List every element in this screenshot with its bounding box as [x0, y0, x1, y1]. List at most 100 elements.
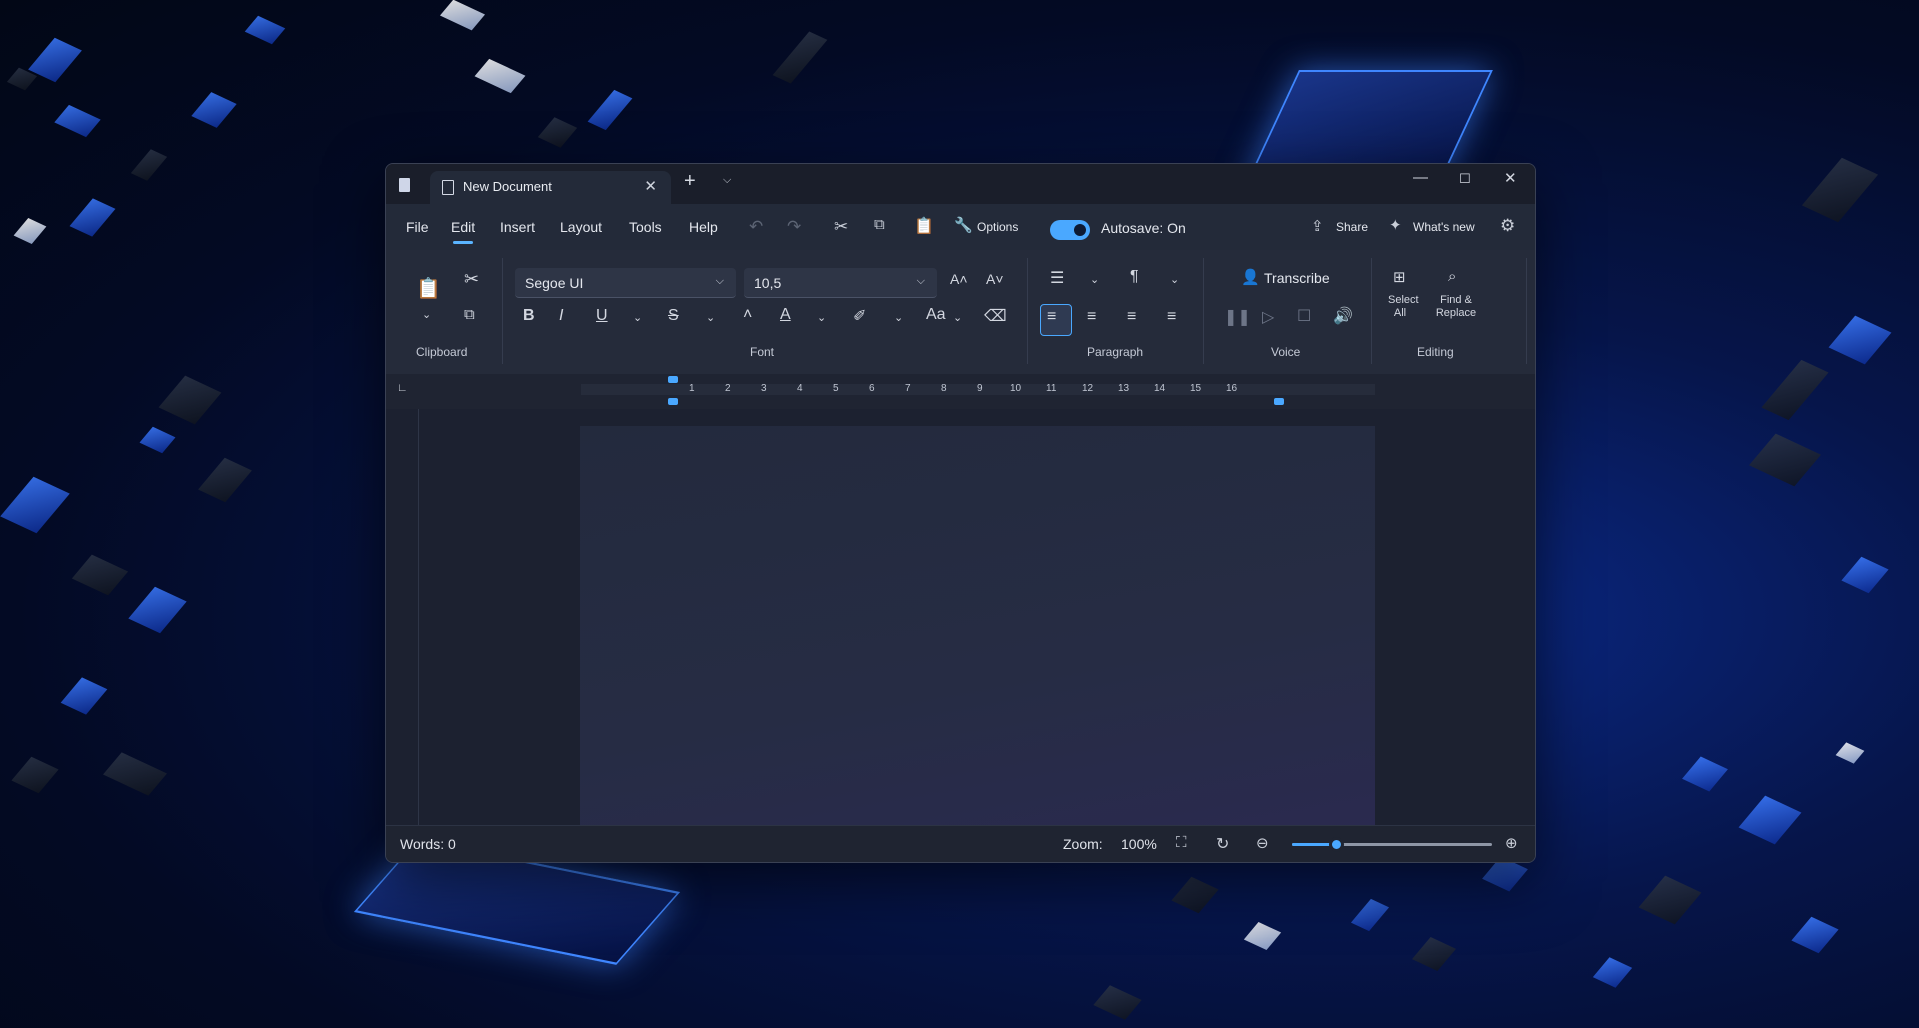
bold-icon[interactable]: B: [523, 307, 535, 325]
strikethrough-icon[interactable]: S: [668, 307, 679, 325]
paragraph-chevron-icon[interactable]: ⌄: [1170, 273, 1179, 286]
left-indent-marker[interactable]: [668, 398, 678, 405]
text-effects-icon[interactable]: Aa: [926, 306, 946, 324]
ruler-number: 16: [1226, 383, 1238, 394]
bullet-list-icon[interactable]: ☰: [1050, 268, 1064, 288]
right-indent-marker[interactable]: [1274, 398, 1284, 405]
select-all-line2[interactable]: All: [1388, 307, 1412, 319]
tab-title: New Document: [463, 179, 552, 194]
divider: [502, 258, 503, 364]
font-family-value: Segoe UI: [525, 275, 584, 291]
chevron-down-icon[interactable]: ⌄: [706, 311, 715, 324]
redo-icon[interactable]: ↷: [787, 217, 801, 237]
clipboard-group-label: Clipboard: [416, 345, 468, 359]
ruler-number: 8: [941, 383, 947, 394]
new-tab-icon[interactable]: +: [684, 170, 696, 193]
font-size-value: 10,5: [754, 275, 782, 291]
font-color-chevron-icon[interactable]: ⌄: [817, 311, 826, 324]
share-button[interactable]: Share: [1336, 220, 1368, 234]
ribbon-cut-icon[interactable]: ✂: [464, 269, 479, 290]
ruler-number: 10: [1010, 383, 1022, 394]
zoom-out-icon[interactable]: ⊖: [1256, 834, 1269, 852]
play-icon[interactable]: ▷: [1262, 307, 1274, 327]
zoom-in-icon[interactable]: ⊕: [1505, 834, 1518, 852]
find-replace-line1[interactable]: Find &: [1433, 294, 1479, 306]
minimize-icon[interactable]: —: [1413, 169, 1428, 186]
divider: [1027, 258, 1028, 364]
whats-new-icon: ✦: [1389, 217, 1402, 234]
chevron-up-icon[interactable]: ˄: [743, 306, 752, 324]
menu-layout[interactable]: Layout: [560, 219, 602, 235]
settings-gear-icon[interactable]: ⚙: [1500, 216, 1515, 236]
ruler-number: 4: [797, 383, 803, 394]
highlighter-chevron-icon[interactable]: ⌄: [894, 311, 903, 324]
close-window-icon[interactable]: ✕: [1504, 169, 1517, 187]
title-bar: New Document ✕ + ⌵ — ☐ ✕: [386, 164, 1535, 204]
text-effects-chevron-icon[interactable]: ⌄: [953, 311, 962, 324]
underline-icon[interactable]: U: [596, 307, 608, 325]
align-center-icon[interactable]: ≡: [1087, 308, 1096, 326]
menu-file[interactable]: File: [406, 219, 429, 235]
whats-new-button[interactable]: What's new: [1413, 220, 1475, 234]
select-all-line1[interactable]: Select: [1388, 294, 1419, 306]
ribbon-copy-icon[interactable]: ⧉: [464, 306, 475, 323]
clear-formatting-eraser-icon[interactable]: ⌫: [984, 306, 1007, 326]
paste-icon[interactable]: 📋: [914, 216, 934, 236]
document-canvas: [386, 409, 1535, 826]
zoom-slider[interactable]: [1292, 837, 1492, 852]
transcribe-button[interactable]: Transcribe: [1264, 270, 1330, 286]
italic-icon[interactable]: I: [559, 307, 563, 325]
bullet-list-chevron-icon[interactable]: ⌄: [1090, 273, 1099, 286]
font-size-select[interactable]: 10,5 ⌵: [744, 268, 937, 298]
pause-icon[interactable]: ❚❚: [1224, 307, 1251, 327]
zoom-slider-thumb[interactable]: [1329, 837, 1344, 852]
divider: [1371, 258, 1372, 364]
document-page[interactable]: [580, 426, 1375, 826]
speaker-icon[interactable]: 🔊: [1333, 306, 1353, 326]
tab-list-chevron-icon[interactable]: ⌵: [723, 174, 731, 187]
find-replace-line2[interactable]: Replace: [1433, 307, 1479, 319]
menu-tools[interactable]: Tools: [629, 219, 662, 235]
align-right-icon[interactable]: ≡: [1127, 308, 1136, 326]
font-family-select[interactable]: Segoe UI ⌵: [515, 268, 736, 298]
menu-insert[interactable]: Insert: [500, 219, 535, 235]
cut-icon[interactable]: ✂: [834, 217, 848, 237]
first-line-indent-marker[interactable]: [668, 376, 678, 383]
ruler-number: 15: [1190, 383, 1202, 394]
underline-chevron-icon[interactable]: ⌄: [633, 311, 642, 324]
document-tab[interactable]: New Document ✕: [430, 171, 671, 204]
document-icon: [442, 180, 454, 195]
undo-icon[interactable]: ↶: [749, 217, 763, 237]
fit-page-icon[interactable]: ⛶: [1176, 834, 1187, 851]
autosave-toggle[interactable]: [1050, 220, 1090, 240]
stop-icon[interactable]: ☐: [1297, 306, 1311, 326]
copy-icon[interactable]: ⧉: [874, 216, 885, 233]
paste-large-icon[interactable]: 📋: [416, 276, 441, 301]
chevron-down-icon: ⌵: [715, 275, 724, 287]
menu-edit[interactable]: Edit: [451, 219, 475, 244]
editor-window: New Document ✕ + ⌵ — ☐ ✕ File Edit Inser…: [385, 163, 1536, 863]
zoom-label: Zoom:: [1063, 836, 1103, 852]
zoom-value: 100%: [1121, 836, 1157, 852]
paragraph-mark-icon[interactable]: ¶: [1130, 268, 1139, 286]
ribbon: 📋 ⌄ ✂ ⧉ Clipboard Segoe UI ⌵ 10,5 ⌵ A˄ A˅ …: [386, 250, 1535, 375]
maximize-icon[interactable]: ☐: [1459, 171, 1471, 187]
share-icon: ⇪: [1311, 218, 1324, 235]
highlighter-icon[interactable]: ✐: [853, 306, 866, 326]
menu-help[interactable]: Help: [689, 219, 718, 235]
vertical-ruler-edge: [418, 409, 419, 826]
transcribe-person-icon: 👤: [1241, 269, 1260, 286]
find-search-icon: ⌕: [1448, 268, 1457, 285]
font-color-icon[interactable]: A: [780, 306, 791, 324]
select-all-icon: ⊞: [1393, 269, 1406, 286]
justify-icon[interactable]: ≡: [1167, 308, 1176, 326]
ruler-number: 1: [689, 383, 695, 394]
close-tab-icon[interactable]: ✕: [644, 177, 657, 195]
grow-font-icon[interactable]: A˄: [950, 271, 968, 287]
tab-stop-selector-icon[interactable]: ∟: [397, 382, 408, 394]
reset-zoom-icon[interactable]: ↻: [1216, 834, 1229, 854]
options-button[interactable]: Options: [977, 220, 1018, 234]
paste-dropdown-chevron-icon[interactable]: ⌄: [422, 308, 431, 321]
shrink-font-icon[interactable]: A˅: [986, 271, 1004, 287]
font-group-label: Font: [750, 345, 775, 359]
